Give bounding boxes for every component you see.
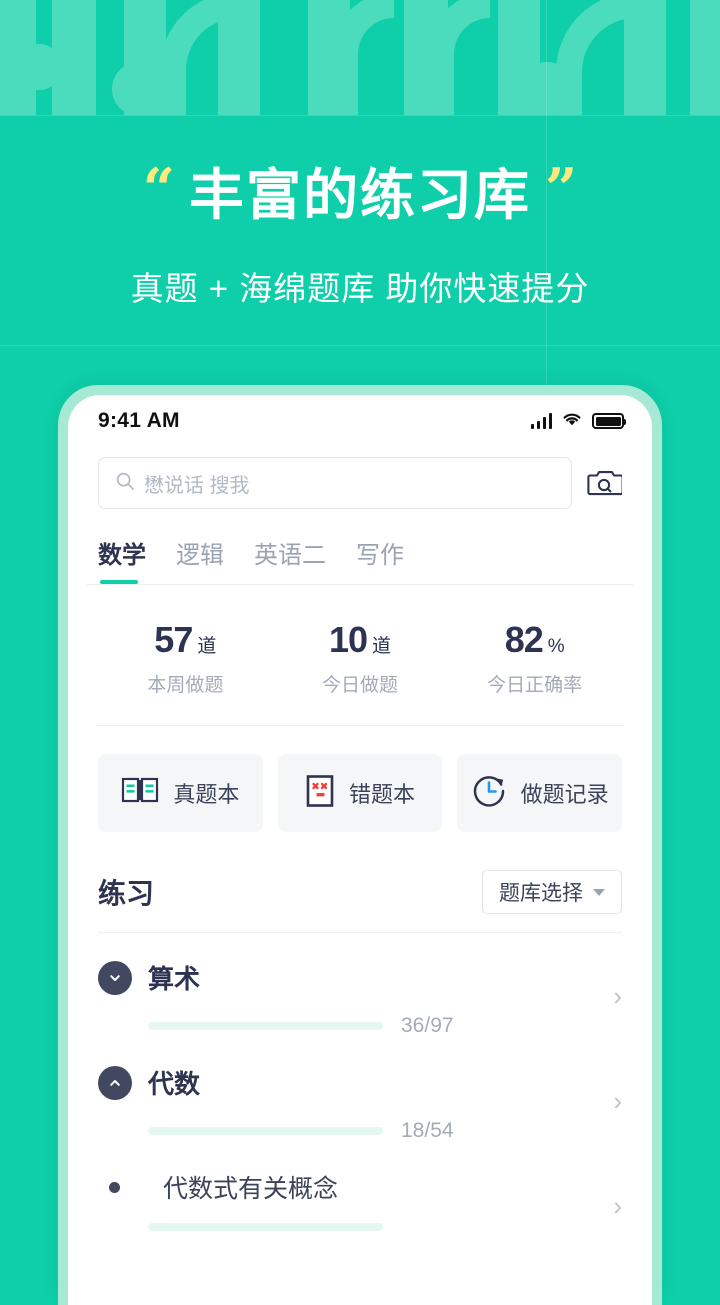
stat-value: 82 bbox=[505, 619, 543, 661]
stat-unit: 道 bbox=[372, 631, 391, 658]
action-label: 做题记录 bbox=[521, 777, 609, 809]
stat-today-questions: 10 道 今日做题 bbox=[273, 619, 448, 697]
tab-writing[interactable]: 写作 bbox=[356, 535, 404, 584]
category-tabs: 数学 逻辑 英语二 写作 bbox=[68, 509, 652, 584]
status-icons bbox=[531, 411, 625, 432]
chevron-down-icon[interactable] bbox=[98, 961, 132, 995]
quote-open-icon: “ bbox=[143, 161, 175, 217]
chevron-down-icon bbox=[593, 889, 605, 896]
quick-actions: 真题本 错题本 bbox=[68, 726, 652, 832]
stat-value: 10 bbox=[329, 619, 367, 661]
chevron-right-icon[interactable]: › bbox=[613, 1191, 622, 1222]
wrong-answer-book-button[interactable]: 错题本 bbox=[278, 754, 443, 832]
progress-text: 18/54 bbox=[401, 1119, 454, 1143]
stat-value: 57 bbox=[154, 619, 192, 661]
tab-math[interactable]: 数学 bbox=[98, 535, 146, 584]
stat-week-questions: 57 道 本周做题 bbox=[98, 619, 273, 697]
real-exam-book-button[interactable]: 真题本 bbox=[98, 754, 263, 832]
camera-search-icon[interactable] bbox=[586, 468, 622, 498]
wifi-icon bbox=[561, 411, 583, 432]
chevron-up-icon[interactable] bbox=[98, 1066, 132, 1100]
question-bank-select[interactable]: 题库选择 bbox=[482, 870, 622, 914]
stat-label: 今日正确率 bbox=[447, 670, 622, 697]
progress-text: 36/97 bbox=[401, 1014, 454, 1038]
stat-label: 本周做题 bbox=[98, 670, 273, 697]
practice-group-name: 代数 bbox=[148, 1064, 200, 1101]
chevron-right-icon[interactable]: › bbox=[613, 1086, 622, 1117]
practice-history-button[interactable]: 做题记录 bbox=[457, 754, 622, 832]
progress-bar bbox=[148, 1127, 383, 1135]
practice-group-name: 算术 bbox=[148, 959, 200, 996]
phone-mockup: 9:41 AM bbox=[58, 385, 662, 1305]
question-bank-select-label: 题库选择 bbox=[499, 877, 583, 907]
stat-label: 今日做题 bbox=[273, 670, 448, 697]
clock-history-icon bbox=[471, 773, 507, 814]
chevron-right-icon[interactable]: › bbox=[613, 981, 622, 1012]
promo-title-row: “ 丰富的练习库 ” bbox=[0, 165, 720, 226]
wrong-answer-paper-icon bbox=[305, 774, 335, 813]
search-icon bbox=[115, 471, 135, 496]
open-book-icon bbox=[121, 775, 159, 812]
tab-english2[interactable]: 英语二 bbox=[254, 535, 326, 584]
search-row: 懋说话 搜我 bbox=[68, 443, 652, 509]
stat-unit: % bbox=[548, 636, 565, 658]
search-input[interactable]: 懋说话 搜我 bbox=[98, 457, 572, 509]
practice-header: 练习 题库选择 bbox=[68, 832, 652, 914]
practice-title: 练习 bbox=[98, 872, 154, 912]
signal-bars-icon bbox=[531, 413, 553, 429]
promo-subtitle: 真题 + 海绵题库 助你快速提分 bbox=[0, 262, 720, 310]
practice-list: 算术 36/97 › 代数 bbox=[68, 933, 652, 1231]
practice-item-algebraic-concepts[interactable]: 代数式有关概念 › bbox=[98, 1143, 622, 1231]
practice-item-name: 代数式有关概念 bbox=[163, 1169, 338, 1205]
battery-full-icon bbox=[592, 413, 624, 429]
guide-line-h1 bbox=[0, 115, 720, 116]
status-bar: 9:41 AM bbox=[68, 395, 652, 443]
brand-watermark-pattern bbox=[0, 0, 720, 115]
promo-title: 丰富的练习库 bbox=[189, 165, 531, 226]
quote-close-icon: ” bbox=[545, 161, 577, 217]
guide-line-h2 bbox=[0, 345, 720, 346]
progress-bar bbox=[148, 1223, 383, 1231]
bullet-dot-icon bbox=[109, 1182, 120, 1193]
stat-today-accuracy: 82 % 今日正确率 bbox=[447, 619, 622, 697]
tab-logic[interactable]: 逻辑 bbox=[176, 535, 224, 584]
action-label: 真题本 bbox=[173, 777, 239, 809]
practice-group-arithmetic[interactable]: 算术 36/97 › bbox=[98, 933, 622, 1038]
phone-screen: 9:41 AM bbox=[68, 395, 652, 1305]
practice-group-algebra[interactable]: 代数 18/54 › bbox=[98, 1038, 622, 1143]
progress-bar bbox=[148, 1022, 383, 1030]
status-time: 9:41 AM bbox=[98, 409, 180, 433]
action-label: 错题本 bbox=[349, 777, 415, 809]
stats-row: 57 道 本周做题 10 道 今日做题 82 % 今日正确率 bbox=[68, 585, 652, 725]
stat-unit: 道 bbox=[197, 631, 216, 658]
search-placeholder: 懋说话 搜我 bbox=[144, 469, 250, 498]
